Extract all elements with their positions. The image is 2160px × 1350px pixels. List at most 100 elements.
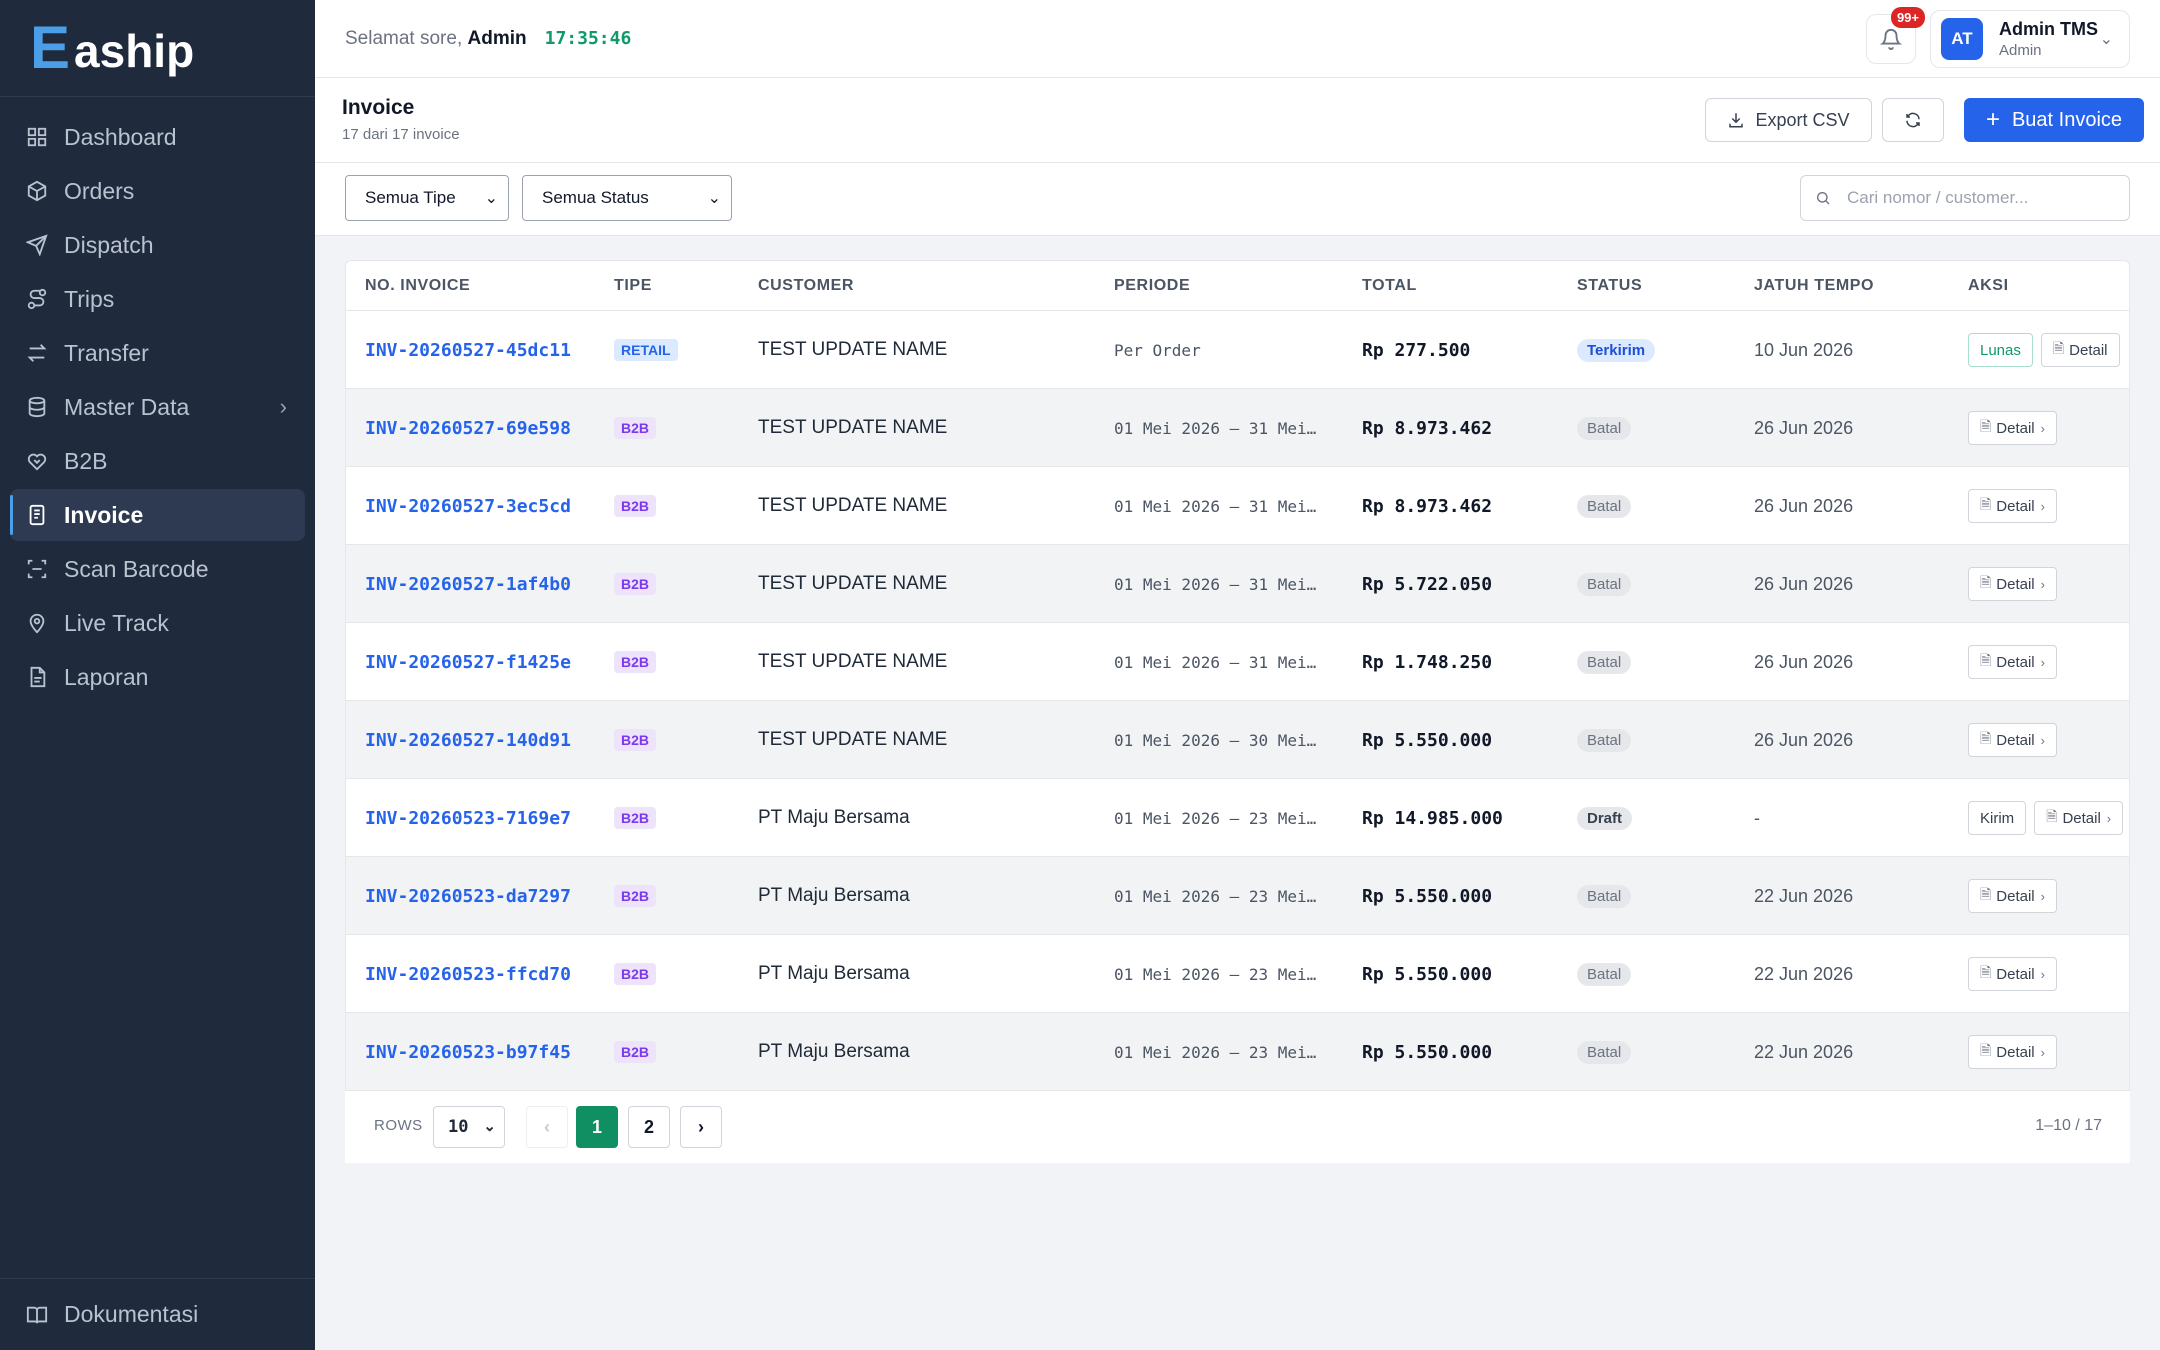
period: Per Order	[1114, 340, 1201, 360]
detail-button[interactable]: 🗎 Detail ›	[1968, 957, 2057, 991]
type-badge: B2B	[614, 651, 657, 673]
table-row: INV-20260523-7169e7 B2B PT Maju Bersama …	[346, 779, 2129, 857]
prev-page-button[interactable]: ‹	[526, 1106, 568, 1148]
notification-button[interactable]: 99+	[1866, 7, 1925, 64]
detail-label: Detail	[1996, 731, 2035, 749]
detail-button[interactable]: 🗎 Detail ›	[1968, 645, 2057, 679]
customer-name: PT Maju Bersama	[758, 963, 910, 984]
period: 01 Mei 2026 — 23 Mei…	[1114, 1042, 1317, 1062]
export-csv-button[interactable]: Export CSV	[1705, 98, 1872, 142]
sidebar-item-live-track[interactable]: Live Track	[10, 597, 305, 649]
table-row: INV-20260523-da7297 B2B PT Maju Bersama …	[346, 857, 2129, 935]
type-badge: B2B	[614, 885, 657, 907]
detail-button[interactable]: 🗎 Detail ›	[2034, 801, 2124, 835]
page-2-button[interactable]: 2	[628, 1106, 670, 1148]
send-invoice-button[interactable]: Kirim	[1968, 801, 2027, 835]
mark-paid-button[interactable]: Lunas	[1968, 333, 2033, 367]
create-invoice-button[interactable]: + Buat Invoice	[1964, 98, 2144, 142]
period: 01 Mei 2026 — 23 Mei…	[1114, 964, 1317, 984]
table-row: INV-20260527-3ec5cd B2B TEST UPDATE NAME…	[346, 467, 2129, 545]
search-box[interactable]	[1800, 175, 2130, 221]
rows-per-page-select[interactable]: 10 ⌄	[433, 1106, 505, 1148]
detail-button[interactable]: 🗎 Detail ›	[1968, 1035, 2057, 1069]
invoice-number-link[interactable]: INV-20260527-3ec5cd	[365, 496, 571, 517]
sidebar-item-dashboard[interactable]: Dashboard	[10, 111, 305, 163]
export-csv-label: Export CSV	[1755, 109, 1850, 130]
col-header-no: NO. INVOICE	[365, 277, 471, 294]
sidebar-item-transfer[interactable]: Transfer	[10, 327, 305, 379]
next-page-button[interactable]: ›	[680, 1106, 722, 1148]
status-badge: Batal	[1577, 572, 1632, 596]
total-amount: Rp 5.550.000	[1362, 885, 1493, 907]
status-badge: Draft	[1577, 806, 1633, 830]
type-badge: B2B	[614, 417, 657, 439]
detail-label: Detail	[1996, 887, 2035, 905]
sidebar-item-dispatch[interactable]: Dispatch	[10, 219, 305, 271]
invoice-number-link[interactable]: INV-20260523-7169e7	[365, 808, 571, 829]
status-badge: Batal	[1577, 1040, 1632, 1064]
col-header-aksi: AKSI	[1968, 277, 2009, 294]
due-date: 26 Jun 2026	[1754, 573, 1854, 594]
table-row: INV-20260527-1af4b0 B2B TEST UPDATE NAME…	[346, 545, 2129, 623]
sidebar: E aship Dashboard Orders Dispatch Trips …	[0, 0, 315, 1350]
notification-count-badge: 99+	[1890, 7, 1925, 28]
sidebar-item-label: Live Track	[64, 609, 169, 636]
due-date: -	[1754, 807, 1760, 828]
invoice-number-link[interactable]: INV-20260527-140d91	[365, 730, 571, 751]
brand-logo[interactable]: E aship	[0, 0, 315, 97]
status-badge: Batal	[1577, 884, 1632, 908]
invoice-number-link[interactable]: INV-20260523-ffcd70	[365, 964, 571, 985]
sidebar-item-b2b[interactable]: B2B	[10, 435, 305, 487]
filter-bar: Semua Tipe ⌄ Semua Status ⌄	[315, 163, 2160, 236]
user-name: Admin TMS	[1999, 19, 2098, 39]
detail-label: Detail	[1996, 965, 2035, 983]
detail-button[interactable]: 🗎 Detail	[2040, 333, 2120, 367]
page-title: Invoice	[342, 96, 415, 119]
page-1-button[interactable]: 1	[576, 1106, 618, 1148]
type-badge: B2B	[614, 573, 657, 595]
sidebar-item-master-data[interactable]: Master Data ›	[10, 381, 305, 433]
invoice-number-link[interactable]: INV-20260527-f1425e	[365, 652, 571, 673]
invoice-number-link[interactable]: INV-20260523-b97f45	[365, 1042, 571, 1063]
type-badge: B2B	[614, 495, 657, 517]
sidebar-item-laporan[interactable]: Laporan	[10, 651, 305, 703]
sidebar-item-scan-barcode[interactable]: Scan Barcode	[10, 543, 305, 595]
status-filter-select[interactable]: Semua Status ⌄	[522, 175, 732, 221]
table-row: INV-20260527-f1425e B2B TEST UPDATE NAME…	[346, 623, 2129, 701]
detail-button[interactable]: 🗎 Detail ›	[1968, 411, 2057, 445]
due-date: 26 Jun 2026	[1754, 495, 1854, 516]
detail-button[interactable]: 🗎 Detail ›	[1968, 489, 2057, 523]
type-filter-select[interactable]: Semua Tipe ⌄	[345, 175, 509, 221]
type-badge: B2B	[614, 729, 657, 751]
due-date: 22 Jun 2026	[1754, 1041, 1854, 1062]
document-icon: 🗎	[1980, 730, 1992, 746]
sidebar-item-invoice[interactable]: Invoice	[10, 489, 305, 541]
invoice-number-link[interactable]: INV-20260527-1af4b0	[365, 574, 571, 595]
sidebar-item-label: Master Data	[64, 393, 190, 420]
chevron-down-icon: ⌄	[484, 190, 498, 207]
detail-label: Detail	[1996, 653, 2035, 671]
invoice-number-link[interactable]: INV-20260527-45dc11	[365, 340, 571, 361]
refresh-button[interactable]	[1882, 98, 1944, 142]
col-header-periode: PERIODE	[1114, 277, 1191, 294]
sidebar-item-orders[interactable]: Orders	[10, 165, 305, 217]
invoice-number-link[interactable]: INV-20260523-da7297	[365, 886, 571, 907]
customer-name: TEST UPDATE NAME	[758, 729, 948, 750]
dashboard-icon	[26, 126, 48, 148]
user-menu[interactable]: AT Admin TMS Admin ⌄	[1930, 10, 2130, 68]
status-badge: Batal	[1577, 416, 1632, 440]
invoice-number-link[interactable]: INV-20260527-69e598	[365, 418, 571, 439]
search-input[interactable]	[1847, 188, 2107, 208]
detail-label: Detail	[2069, 341, 2108, 359]
document-icon: 🗎	[1980, 574, 1992, 590]
total-amount: Rp 14.985.000	[1362, 807, 1503, 829]
detail-button[interactable]: 🗎 Detail ›	[1968, 879, 2057, 913]
sidebar-item-trips[interactable]: Trips	[10, 273, 305, 325]
customer-name: TEST UPDATE NAME	[758, 339, 948, 360]
invoice-table: NO. INVOICE TIPE CUSTOMER PERIODE TOTAL …	[345, 260, 2130, 1163]
table-header: NO. INVOICE TIPE CUSTOMER PERIODE TOTAL …	[346, 261, 2129, 311]
detail-button[interactable]: 🗎 Detail ›	[1968, 723, 2057, 757]
document-icon: 🗎	[1980, 418, 1992, 434]
detail-button[interactable]: 🗎 Detail ›	[1968, 567, 2057, 601]
sidebar-item-dokumentasi[interactable]: Dokumentasi	[0, 1278, 315, 1350]
